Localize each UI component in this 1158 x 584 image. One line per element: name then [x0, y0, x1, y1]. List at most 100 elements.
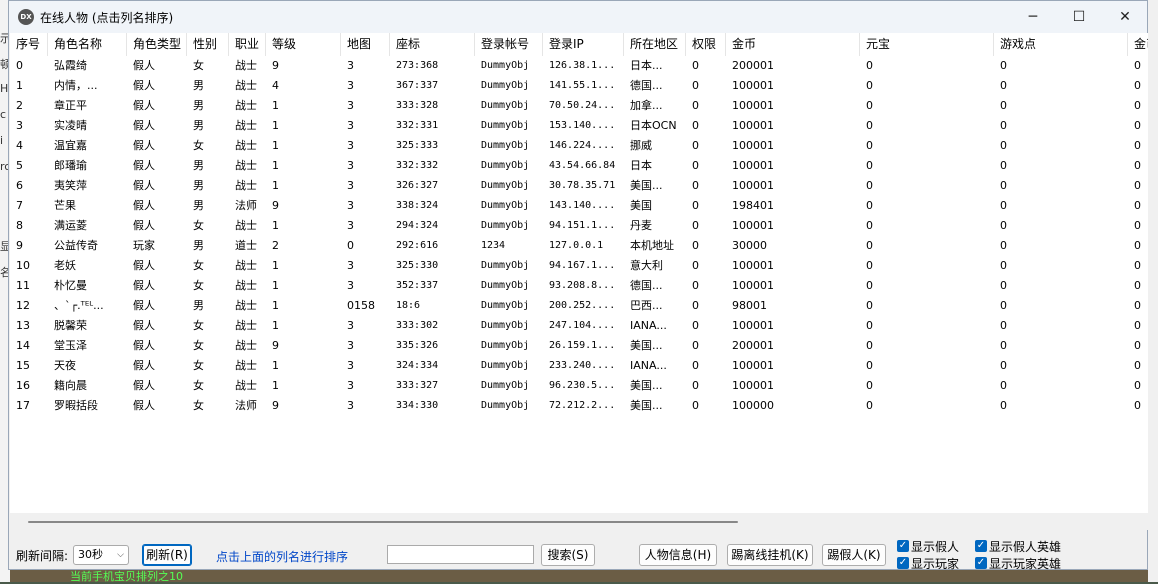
table-cell: 0: [347, 239, 354, 252]
table-cell: 假人: [133, 199, 155, 212]
table-cell: 126.38.1...: [549, 60, 616, 71]
column-header[interactable]: 元宝: [860, 33, 994, 56]
table-cell: 0158: [347, 299, 375, 312]
table-cell: 0: [692, 359, 699, 372]
table-row[interactable]: 16 籍向晨 假人 女 战士 1 3 333:327 DummyObj 96.230.5... 美国…: [10, 376, 1148, 396]
table-row[interactable]: 4 温宜嘉 假人 女 战士 1 3 325:333 DummyObj 146.224.... 挪威 0…: [10, 136, 1148, 156]
column-header[interactable]: 权限: [686, 33, 726, 56]
table-cell: 法师: [235, 199, 257, 212]
table-cell: 战士: [235, 99, 257, 112]
column-header[interactable]: 所在地区: [624, 33, 686, 56]
table-cell: 实凌晴: [54, 119, 87, 132]
table-row[interactable]: 7 芒果 假人 男 法师 9 3 338:324 DummyObj 143.140.... 美国 0 1…: [10, 196, 1148, 216]
column-header[interactable]: 角色名称: [48, 33, 127, 56]
table-row[interactable]: 15 天夜 假人 女 战士 1 3 324:334 DummyObj 233.240.... IAN…: [10, 356, 1148, 376]
table-cell: 333:302: [396, 320, 439, 331]
column-header[interactable]: 座标: [390, 33, 475, 56]
table-cell: 3: [347, 79, 354, 92]
table-cell: 男: [193, 159, 204, 172]
refresh-button[interactable]: 刷新(R): [142, 544, 192, 566]
column-header[interactable]: 金币: [726, 33, 860, 56]
table-cell: DummyObj: [481, 100, 530, 111]
column-header[interactable]: 序号: [10, 33, 48, 56]
column-header[interactable]: 等级: [266, 33, 341, 56]
column-header[interactable]: 登录帐号: [475, 33, 543, 56]
table-row[interactable]: 6 夷笑萍 假人 男 战士 1 3 326:327 DummyObj 30.78.35.71 美国.…: [10, 176, 1148, 196]
table-cell: 26.159.1...: [549, 340, 616, 351]
interval-select[interactable]: 30秒 ⌵: [73, 545, 129, 565]
player-info-button[interactable]: 人物信息(H): [639, 544, 717, 566]
table-cell: 292:616: [396, 240, 439, 251]
table-row[interactable]: 11 朴忆曼 假人 女 战士 1 3 352:337 DummyObj 93.208.8... 德国…: [10, 276, 1148, 296]
title-bar[interactable]: DX 在线人物 (点击列名排序) ─ ☐ ✕: [9, 1, 1147, 33]
maximize-button[interactable]: ☐: [1056, 1, 1102, 33]
table-cell: 30.78.35.71: [549, 180, 616, 191]
table-cell: 0: [692, 79, 699, 92]
column-header[interactable]: 角色类型: [127, 33, 187, 56]
column-header[interactable]: 职业: [229, 33, 266, 56]
show-players-checkbox[interactable]: ✓: [897, 557, 909, 569]
table-row[interactable]: 17 罗暇括段 假人 女 法师 9 3 334:330 DummyObj 72.212.2... 美…: [10, 396, 1148, 416]
close-button[interactable]: ✕: [1102, 1, 1148, 33]
search-input[interactable]: [387, 545, 534, 564]
table-cell: 1: [272, 139, 279, 152]
column-header[interactable]: 金币: [1128, 33, 1148, 56]
search-button[interactable]: 搜索(S): [541, 544, 595, 566]
table-row[interactable]: 1 内情，... 假人 男 战士 4 3 367:337 DummyObj 141.55.1...…: [10, 76, 1148, 96]
table-cell: 美国...: [630, 399, 663, 412]
table-row[interactable]: 14 堂玉泽 假人 女 战士 9 3 335:326 DummyObj 26.159.1... 美国…: [10, 336, 1148, 356]
table-cell: 100001: [732, 279, 774, 292]
table-cell: 0: [692, 279, 699, 292]
table-cell: 美国...: [630, 179, 663, 192]
table-cell: 1: [272, 299, 279, 312]
table-cell: 假人: [133, 179, 155, 192]
table-row[interactable]: 9 公益传奇 玩家 男 道士 2 0 292:616 1234 127.0.0.1 本机地址 0 300…: [10, 236, 1148, 256]
show-bot-heroes-checkbox[interactable]: ✓: [975, 540, 987, 552]
table-row[interactable]: 3 实凌晴 假人 男 战士 1 3 332:331 DummyObj 153.140.... 日本O…: [10, 116, 1148, 136]
column-header[interactable]: 登录IP: [543, 33, 624, 56]
minimize-button[interactable]: ─: [1010, 1, 1056, 33]
table-row[interactable]: 8 满运菱 假人 女 战士 1 3 294:324 DummyObj 94.151.1... 丹麦 0…: [10, 216, 1148, 236]
table-cell: 1: [16, 79, 23, 92]
table-cell: 100001: [732, 139, 774, 152]
table-cell: 0: [866, 339, 873, 352]
table-row[interactable]: 13 脱馨荣 假人女战士 1 3 333:302 DummyObj 247.104.... IA…: [10, 316, 1148, 336]
kick-bots-button[interactable]: 踢假人(K): [822, 544, 886, 566]
table-cell: 1: [272, 159, 279, 172]
table-cell: 战士: [235, 159, 257, 172]
table-cell: 0: [692, 399, 699, 412]
show-bots-checkbox[interactable]: ✓: [897, 540, 909, 552]
table-row[interactable]: 0 弘霞绮 假人 女 战士 9 3 273:368 DummyObj 126.38.1... 日本.…: [10, 56, 1148, 76]
table-cell: 假人: [133, 379, 155, 392]
table-row[interactable]: 12 、`┌.ᵀᴱᴸ... 假人 男 战士 1 0158 18:6 DummyObj 200.25…: [10, 296, 1148, 316]
table-cell: 1: [272, 259, 279, 272]
table-cell: 333:328: [396, 100, 439, 111]
table-row[interactable]: 5 郎璠瑜 假人 男 战士 1 3 332:332 DummyObj 43.54.66.84 日本 0…: [10, 156, 1148, 176]
table-cell: 0: [1134, 359, 1141, 372]
table-cell: 1234: [481, 240, 506, 251]
table-row[interactable]: 2 章正平 假人 男 战士 1 3 333:328 DummyObj 70.50.24... 加拿.…: [10, 96, 1148, 116]
table-cell: 30000: [732, 239, 767, 252]
table-cell: 15: [16, 359, 30, 372]
table-cell: 0: [1134, 239, 1141, 252]
table-cell: 3: [347, 139, 354, 152]
table-cell: DummyObj: [481, 180, 530, 191]
column-header[interactable]: 地图: [341, 33, 390, 56]
column-header[interactable]: 游戏点: [994, 33, 1128, 56]
kick-afk-button[interactable]: 踢离线挂机(K): [727, 544, 813, 566]
table-cell: 战士: [235, 179, 257, 192]
show-player-heroes-checkbox[interactable]: ✓: [975, 557, 987, 569]
horizontal-scrollbar[interactable]: [10, 513, 1148, 530]
table-cell: DummyObj: [481, 340, 530, 351]
table-row[interactable]: 10 老妖 假人 女 战士 1 3 325:330 DummyObj 94.167.1... 意大利…: [10, 256, 1148, 276]
sort-hint-link[interactable]: 点击上面的列名进行排序: [216, 548, 348, 565]
table-cell: 0: [1134, 179, 1141, 192]
table-cell: 男: [193, 119, 204, 132]
show-players-label: 显示玩家: [911, 557, 960, 571]
table-cell: 3: [347, 59, 354, 72]
horizontal-scrollbar-thumb[interactable]: [28, 521, 738, 523]
players-list[interactable]: 序号 角色名称 角色类型 性别 职业 等级 地图 座标 登录帐号 登录IP 所在地区 权限 金币 元宝 游戏…: [10, 33, 1148, 513]
column-header[interactable]: 性别: [187, 33, 229, 56]
table-cell: 0: [1134, 139, 1141, 152]
table-cell: 0: [1000, 199, 1007, 212]
